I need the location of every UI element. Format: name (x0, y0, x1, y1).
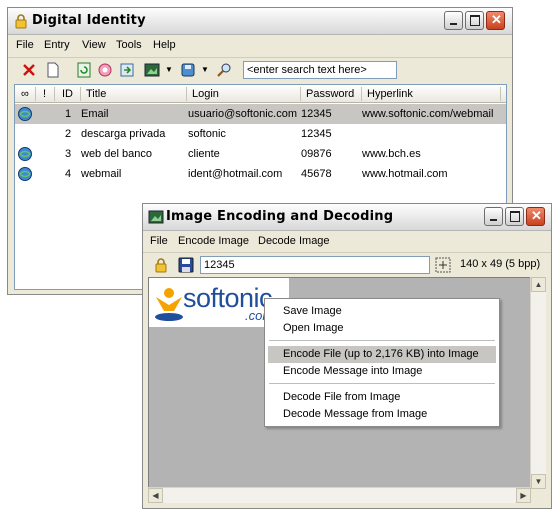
cell-id: 4 (65, 168, 72, 180)
menu-item-decode-message[interactable]: Decode Message from Image (265, 406, 499, 423)
cell-title: web del banco (81, 148, 152, 160)
encoder-window-title: Image Encoding and Decoding (166, 209, 394, 224)
menu-tools[interactable]: Tools (116, 39, 142, 51)
minimize-button[interactable] (484, 207, 503, 226)
menu-entry[interactable]: Entry (44, 39, 70, 51)
ie-icon[interactable] (97, 62, 113, 78)
menu-item-label: Encode File (up to 2,176 KB) into Image (283, 348, 479, 360)
cell-id: 3 (65, 148, 72, 160)
image-app-icon (148, 210, 164, 224)
vertical-scrollbar[interactable]: ▲ ▼ (530, 277, 546, 489)
cell-title: webmail (81, 168, 122, 180)
menu-item-label: Save Image (283, 305, 342, 317)
padlock-icon[interactable] (153, 257, 169, 273)
menu-decode-image[interactable]: Decode Image (258, 235, 330, 247)
cell-password: 09876 (301, 148, 332, 160)
main-menubar: File Entry View Tools Help (8, 36, 512, 55)
cell-login: cliente (188, 148, 220, 160)
col-flag[interactable]: ! (43, 88, 46, 100)
globe-icon (18, 167, 32, 181)
cell-login: usuario@softonic.com (188, 108, 297, 120)
cell-hyperlink[interactable]: www.softonic.com/webmail (362, 108, 493, 120)
menu-view[interactable]: View (82, 39, 106, 51)
close-icon: ✕ (491, 12, 502, 27)
disk-tool-icon[interactable] (180, 62, 196, 78)
col-hyperlink[interactable]: Hyperlink (367, 88, 413, 100)
close-button[interactable]: ✕ (526, 207, 545, 226)
col-login[interactable]: Login (192, 88, 219, 100)
cell-title: descarga privada (81, 128, 166, 140)
close-icon: ✕ (531, 208, 542, 223)
menu-file[interactable]: File (150, 235, 168, 247)
main-toolbar: ▼ ▼ (8, 57, 512, 84)
chevron-down-icon[interactable]: ▼ (201, 65, 209, 74)
cell-id: 1 (65, 108, 72, 120)
image-context-menu: Save Image Open Image Encode File (up to… (264, 298, 500, 427)
menu-separator (269, 340, 495, 341)
cell-login: softonic (188, 128, 226, 140)
main-titlebar[interactable]: Digital Identity ✕ (8, 8, 512, 35)
main-window-title: Digital Identity (32, 13, 146, 28)
table-row[interactable]: 4 webmail ident@hotmail.com 45678 www.ho… (15, 164, 506, 184)
image-tool-icon[interactable] (144, 62, 160, 78)
cell-password: 12345 (301, 108, 332, 120)
refresh-icon[interactable] (76, 62, 92, 78)
table-row[interactable]: 2 descarga privada softonic 12345 (15, 124, 506, 144)
encoder-toolbar: 140 x 49 (5 bpp) (143, 252, 551, 277)
password-field[interactable] (200, 256, 430, 274)
menu-item-encode-file[interactable]: Encode File (up to 2,176 KB) into Image (268, 346, 496, 363)
padlock-icon (15, 14, 27, 29)
chevron-down-icon[interactable]: ▼ (165, 65, 173, 74)
image-info: 140 x 49 (5 bpp) (460, 258, 541, 270)
cell-login: ident@hotmail.com (188, 168, 283, 180)
cell-hyperlink[interactable]: www.bch.es (362, 148, 421, 160)
col-id[interactable]: ID (62, 88, 73, 100)
delete-icon[interactable] (21, 62, 37, 78)
table-row[interactable]: 1 Email usuario@softonic.com 12345 www.s… (15, 104, 506, 124)
maximize-button[interactable] (465, 11, 484, 30)
scroll-right-button[interactable]: ▶ (516, 488, 531, 503)
search-input[interactable] (243, 61, 397, 79)
menu-help[interactable]: Help (153, 39, 176, 51)
save-icon[interactable] (178, 257, 194, 273)
menu-encode-image[interactable]: Encode Image (178, 235, 249, 247)
col-password[interactable]: Password (306, 88, 354, 100)
minimize-button[interactable] (444, 11, 463, 30)
scroll-up-button[interactable]: ▲ (531, 277, 546, 292)
scroll-left-button[interactable]: ◀ (148, 488, 163, 503)
search-icon[interactable] (216, 62, 232, 78)
cell-password: 45678 (301, 168, 332, 180)
col-link[interactable]: ∞ (21, 88, 29, 100)
table-header: ∞ ! ID Title Login Password Hyperlink (15, 85, 506, 103)
horizontal-scrollbar[interactable]: ◀ ▶ (148, 487, 531, 503)
menu-item-label: Decode File from Image (283, 391, 401, 403)
menu-file[interactable]: File (16, 39, 34, 51)
menu-item-label: Decode Message from Image (283, 408, 428, 420)
menu-item-decode-file[interactable]: Decode File from Image (265, 389, 499, 406)
col-title[interactable]: Title (86, 88, 106, 100)
encoder-titlebar[interactable]: Image Encoding and Decoding ✕ (143, 204, 551, 231)
maximize-button[interactable] (505, 207, 524, 226)
close-button[interactable]: ✕ (486, 11, 505, 30)
menu-item-label: Open Image (283, 322, 344, 334)
softonic-logo-icon (155, 288, 183, 321)
new-entry-icon[interactable] (45, 62, 61, 78)
cell-hyperlink[interactable]: www.hotmail.com (362, 168, 448, 180)
menu-item-open-image[interactable]: Open Image (265, 320, 499, 337)
cell-password: 12345 (301, 128, 332, 140)
menu-item-label: Encode Message into Image (283, 365, 423, 377)
cell-id: 2 (65, 128, 72, 140)
menu-item-encode-message[interactable]: Encode Message into Image (265, 363, 499, 380)
encoder-menubar: File Encode Image Decode Image (143, 232, 551, 251)
table-row[interactable]: 3 web del banco cliente 09876 www.bch.es (15, 144, 506, 164)
menu-item-save-image[interactable]: Save Image (265, 303, 499, 320)
globe-icon (18, 107, 32, 121)
scroll-down-button[interactable]: ▼ (531, 474, 546, 489)
export-icon[interactable] (119, 62, 135, 78)
cell-title: Email (81, 108, 109, 120)
resize-icon (435, 257, 451, 273)
menu-separator (269, 383, 495, 384)
globe-icon (18, 147, 32, 161)
